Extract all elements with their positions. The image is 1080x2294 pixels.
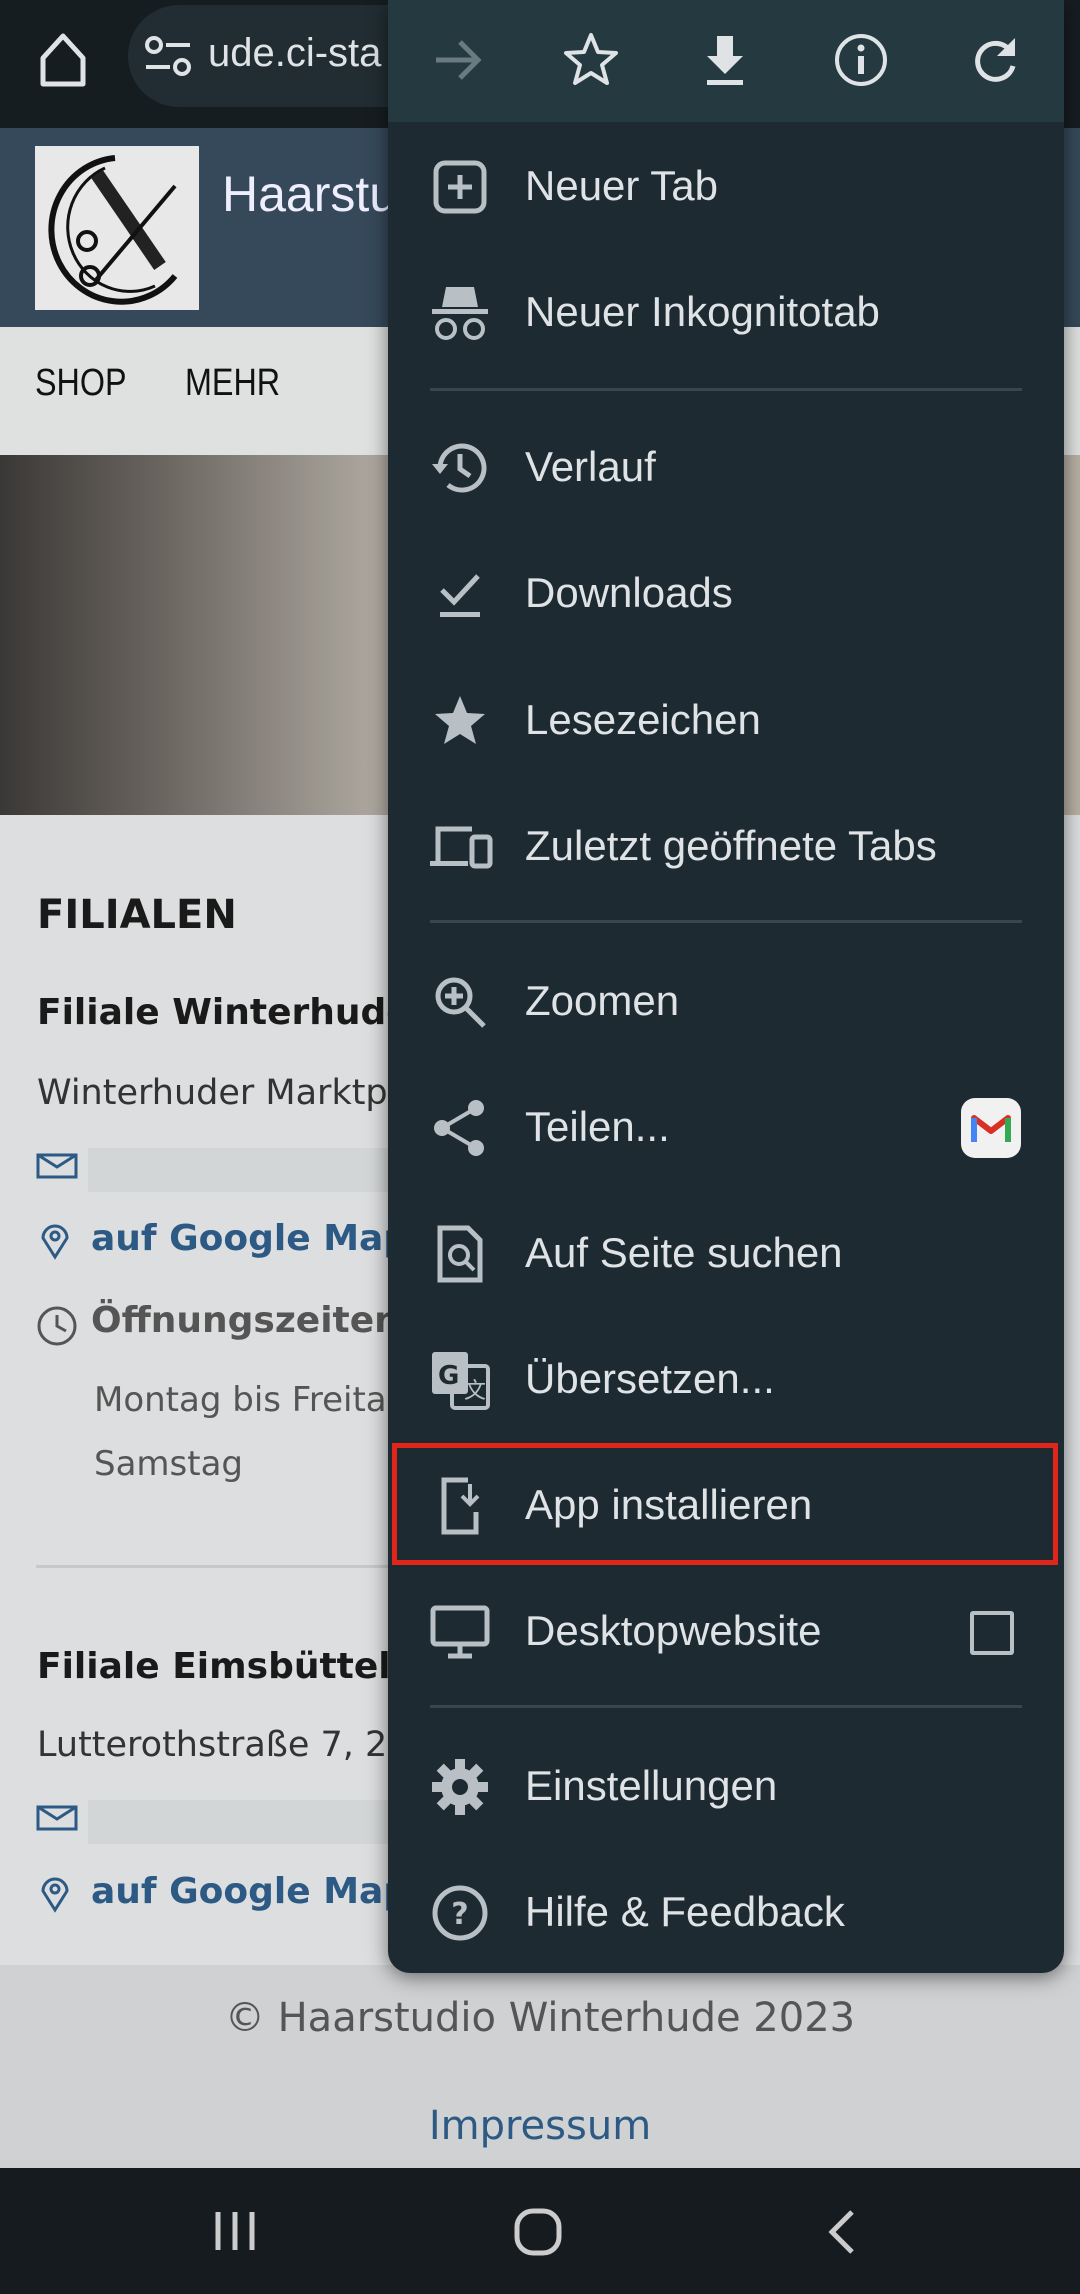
branch-address: Winterhuder Marktp xyxy=(37,1073,388,1113)
menu-item-label: Neuer Inkognitotab xyxy=(525,288,880,335)
translate-icon: G文 xyxy=(430,1350,490,1410)
menu-item-label: Lesezeichen xyxy=(525,696,761,743)
email-placeholder xyxy=(88,1148,388,1192)
menu-item-help[interactable]: ? Hilfe & Feedback xyxy=(388,1850,1064,1973)
location-pin-icon xyxy=(40,1875,70,1913)
gmail-share-icon[interactable] xyxy=(961,1098,1021,1158)
forward-icon[interactable] xyxy=(428,30,488,90)
info-icon[interactable] xyxy=(831,30,891,90)
branch-name: Filiale Winterhude xyxy=(37,992,411,1033)
menu-action-row xyxy=(388,0,1064,122)
menu-item-label: Hilfe & Feedback xyxy=(525,1888,845,1935)
bookmark-star-icon[interactable] xyxy=(561,30,621,90)
menu-item-zoom[interactable]: Zoomen xyxy=(388,939,1064,1065)
hours-saturday: Samstag xyxy=(94,1444,243,1484)
clock-icon xyxy=(36,1305,78,1347)
email-placeholder xyxy=(88,1800,388,1844)
menu-item-find-in-page[interactable]: Auf Seite suchen xyxy=(388,1191,1064,1317)
menu-item-new-tab[interactable]: Neuer Tab xyxy=(388,124,1064,250)
site-logo[interactable] xyxy=(35,146,199,310)
home-button-icon[interactable] xyxy=(514,2208,562,2256)
find-in-page-icon xyxy=(430,1224,490,1284)
section-title: FILIALEN xyxy=(37,892,237,938)
menu-item-label: Einstellungen xyxy=(525,1762,778,1809)
settings-icon xyxy=(430,1757,490,1817)
url-text: ude.ci-sta xyxy=(208,31,382,75)
menu-item-label: Desktopwebsite xyxy=(525,1607,822,1654)
menu-item-label: Zoomen xyxy=(525,977,680,1024)
bookmarks-icon xyxy=(430,691,490,751)
share-icon xyxy=(430,1098,490,1158)
email-icon xyxy=(36,1153,78,1179)
svg-text:文: 文 xyxy=(464,1379,486,1404)
menu-item-bookmarks[interactable]: Lesezeichen xyxy=(388,658,1064,784)
site-title: Haarstu xyxy=(222,166,398,222)
zoom-icon xyxy=(430,972,490,1032)
hours-label[interactable]: Öffnungszeiten xyxy=(91,1300,400,1341)
menu-divider xyxy=(430,1705,1022,1708)
location-pin-icon xyxy=(40,1222,70,1260)
nav-shop[interactable]: SHOP xyxy=(35,362,127,405)
email-icon xyxy=(36,1805,78,1831)
menu-item-label: Neuer Tab xyxy=(525,162,719,209)
branch-address: Lutterothstraße 7, 2 xyxy=(37,1725,388,1765)
history-icon xyxy=(430,438,490,498)
hours-weekday: Montag bis Freita xyxy=(94,1380,387,1420)
menu-item-downloads[interactable]: Downloads xyxy=(388,531,1064,657)
menu-item-share[interactable]: Teilen... xyxy=(388,1065,1064,1191)
help-icon: ? xyxy=(430,1883,490,1943)
download-icon[interactable] xyxy=(695,30,755,90)
site-footer: © Haarstudio Winterhude 2023 Impressum xyxy=(0,1965,1080,2168)
menu-item-settings[interactable]: Einstellungen xyxy=(388,1724,1064,1850)
downloads-icon xyxy=(430,564,490,624)
svg-text:?: ? xyxy=(451,1897,468,1932)
desktop-icon xyxy=(430,1602,490,1662)
menu-divider xyxy=(430,388,1022,391)
menu-item-incognito[interactable]: Neuer Inkognitotab xyxy=(388,250,1064,376)
system-nav-bar xyxy=(0,2168,1080,2294)
menu-divider xyxy=(430,920,1022,923)
divider xyxy=(36,1565,396,1568)
impressum-link[interactable]: Impressum xyxy=(0,2103,1080,2149)
branch-name: Filiale Eimsbüttel xyxy=(37,1646,391,1687)
browser-menu: Neuer Tab Neuer Inkognitotab Verlauf Dow… xyxy=(388,0,1064,1973)
new-tab-icon xyxy=(430,157,490,217)
recents-icon[interactable] xyxy=(212,2210,258,2252)
home-icon[interactable] xyxy=(38,30,88,90)
menu-item-label: Übersetzen... xyxy=(525,1355,775,1402)
menu-item-label: Zuletzt geöffnete Tabs xyxy=(525,822,937,869)
menu-item-label: Teilen... xyxy=(525,1103,670,1150)
menu-item-desktop-site[interactable]: Desktopwebsite xyxy=(388,1569,1064,1695)
menu-item-history[interactable]: Verlauf xyxy=(388,405,1064,531)
incognito-icon xyxy=(430,283,490,343)
menu-item-label: Auf Seite suchen xyxy=(525,1229,843,1276)
svg-text:G: G xyxy=(438,1361,459,1391)
highlight-box xyxy=(392,1443,1058,1565)
menu-item-translate[interactable]: G 文 Übersetzen... xyxy=(388,1317,1064,1443)
reload-icon[interactable] xyxy=(965,30,1025,90)
menu-item-label: Downloads xyxy=(525,569,733,616)
site-settings-icon[interactable] xyxy=(144,35,194,79)
nav-mehr[interactable]: MEHR xyxy=(185,362,280,405)
recent-tabs-icon xyxy=(430,817,493,877)
menu-item-label: Verlauf xyxy=(525,443,656,490)
desktop-site-checkbox[interactable] xyxy=(970,1611,1014,1655)
copyright: © Haarstudio Winterhude 2023 xyxy=(224,1995,856,2041)
menu-item-recent-tabs[interactable]: Zuletzt geöffnete Tabs xyxy=(388,784,1064,910)
back-icon[interactable] xyxy=(826,2208,856,2256)
